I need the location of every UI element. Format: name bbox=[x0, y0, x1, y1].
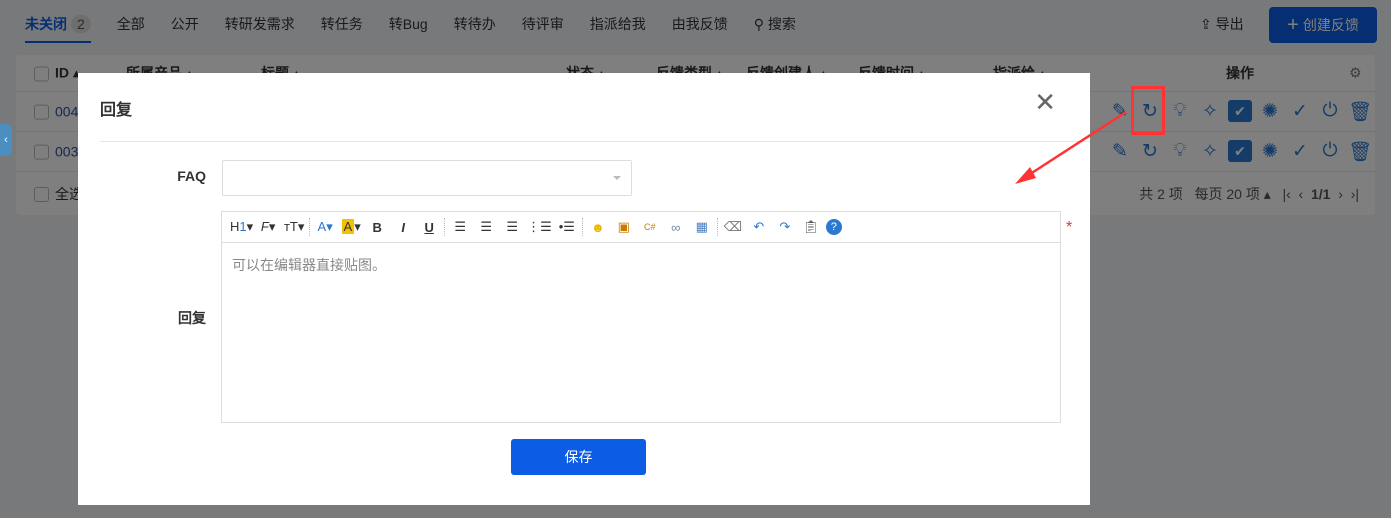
annotation-arrow bbox=[1015, 110, 1127, 184]
